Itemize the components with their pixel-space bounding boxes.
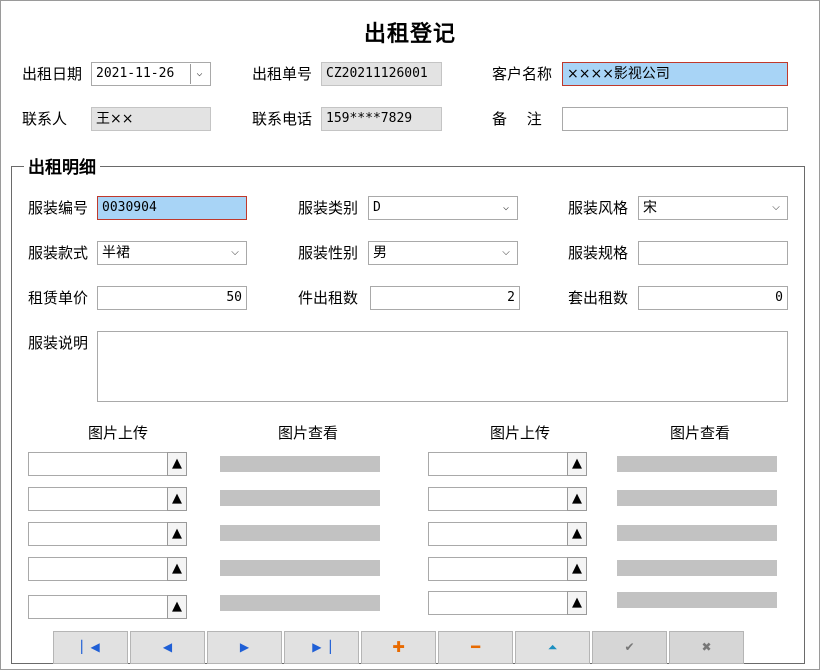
model-select[interactable]: 半裙 ⌵ xyxy=(97,241,247,265)
model-value: 半裙 xyxy=(102,245,130,261)
rent-date-picker[interactable]: 2021-11-26 ⌵ xyxy=(91,62,211,86)
set-count-label: 套出租数 xyxy=(568,289,629,307)
last-record-icon: ▶▕ xyxy=(312,640,331,654)
image-view-r5[interactable] xyxy=(617,592,777,608)
upload-arrow-icon[interactable]: ▲ xyxy=(167,522,187,546)
rent-date-value: 2021-11-26 xyxy=(96,66,175,81)
view-header-left: 图片查看 xyxy=(277,424,338,442)
image-view-r3[interactable] xyxy=(617,525,777,541)
customer-label: 客户名称 xyxy=(492,65,553,83)
category-value: D xyxy=(373,200,381,215)
upload-header-right: 图片上传 xyxy=(489,424,550,442)
upload-arrow-icon[interactable]: ▲ xyxy=(167,487,187,511)
gender-chevron-down-icon[interactable]: ⌵ xyxy=(497,243,515,263)
upload-arrow-icon[interactable]: ▲ xyxy=(167,557,187,581)
rent-no-label: 出租单号 xyxy=(252,65,313,83)
image-view-r2[interactable] xyxy=(617,490,777,506)
image-view-l3[interactable] xyxy=(220,525,380,541)
upload-arrow-icon[interactable]: ▲ xyxy=(567,487,587,511)
upload-header-left: 图片上传 xyxy=(87,424,148,442)
image-view-l4[interactable] xyxy=(220,560,380,576)
spec-field[interactable] xyxy=(638,241,788,265)
next-record-icon: ▶ xyxy=(239,640,250,654)
style-select[interactable]: 宋 ⌵ xyxy=(638,196,788,220)
page-title: 出租登记 xyxy=(363,21,456,47)
remark-field[interactable] xyxy=(562,107,788,131)
upload-arrow-icon[interactable]: ▲ xyxy=(567,557,587,581)
category-select[interactable]: D ⌵ xyxy=(368,196,518,220)
unit-price-field[interactable]: 50 xyxy=(97,286,247,310)
image-path-input-r3[interactable] xyxy=(428,522,568,546)
image-path-input-l5[interactable] xyxy=(28,595,168,619)
first-record-icon: ▏◀ xyxy=(81,640,100,654)
image-path-input-r5[interactable] xyxy=(428,591,568,615)
image-path-input-r2[interactable] xyxy=(428,487,568,511)
upload-arrow-icon[interactable]: ▲ xyxy=(167,595,187,619)
costume-no-field[interactable]: 0030904 xyxy=(97,196,247,220)
image-view-r4[interactable] xyxy=(617,560,777,576)
gender-select[interactable]: 男 ⌵ xyxy=(368,241,518,265)
spec-label: 服装规格 xyxy=(568,244,629,262)
customer-field[interactable]: ××××影视公司 xyxy=(562,62,788,86)
minus-icon: ━ xyxy=(470,638,481,656)
next-record-button[interactable]: ▶ xyxy=(207,631,282,664)
category-label: 服装类别 xyxy=(298,199,359,217)
upload-arrow-icon[interactable]: ▲ xyxy=(567,522,587,546)
x-icon: ✖ xyxy=(701,640,712,654)
delete-record-button[interactable]: ━ xyxy=(438,631,513,664)
gender-value: 男 xyxy=(373,245,387,261)
prev-record-icon: ◀ xyxy=(162,640,173,654)
view-header-right: 图片查看 xyxy=(669,424,730,442)
phone-field[interactable]: 159****7829 xyxy=(321,107,442,131)
plus-icon: ✚ xyxy=(392,638,405,656)
image-view-l2[interactable] xyxy=(220,490,380,506)
upload-arrow-icon[interactable]: ▲ xyxy=(567,452,587,476)
contact-label: 联系人 xyxy=(22,110,68,128)
image-path-input-l2[interactable] xyxy=(28,487,168,511)
image-view-r1[interactable] xyxy=(617,456,777,472)
cancel-edit-button[interactable]: ✖ xyxy=(669,631,744,664)
category-chevron-down-icon[interactable]: ⌵ xyxy=(497,198,515,218)
contact-field[interactable]: 王×× xyxy=(91,107,211,131)
description-textarea[interactable] xyxy=(97,331,788,402)
image-path-input-l1[interactable] xyxy=(28,452,168,476)
style-chevron-down-icon[interactable]: ⌵ xyxy=(767,198,785,218)
description-label: 服装说明 xyxy=(28,334,89,352)
style-label: 服装风格 xyxy=(568,199,629,217)
upload-arrow-icon[interactable]: ▲ xyxy=(567,591,587,615)
image-path-input-l4[interactable] xyxy=(28,557,168,581)
check-icon: ✔ xyxy=(624,640,635,654)
image-view-l5[interactable] xyxy=(220,595,380,611)
piece-count-label: 件出租数 xyxy=(298,289,359,307)
rent-no-field[interactable]: CZ20211126001 xyxy=(321,62,442,86)
model-chevron-down-icon[interactable]: ⌵ xyxy=(226,243,244,263)
rental-detail-title: 出租明细 xyxy=(24,153,100,178)
phone-label: 联系电话 xyxy=(252,110,313,128)
gender-label: 服装性别 xyxy=(298,244,359,262)
set-count-field[interactable]: 0 xyxy=(638,286,788,310)
style-value: 宋 xyxy=(643,200,657,216)
image-view-l1[interactable] xyxy=(220,456,380,472)
image-path-input-r1[interactable] xyxy=(428,452,568,476)
rent-date-label: 出租日期 xyxy=(22,65,83,83)
first-record-button[interactable]: ▏◀ xyxy=(53,631,128,664)
costume-no-label: 服装编号 xyxy=(28,199,89,217)
model-label: 服装款式 xyxy=(28,244,89,262)
image-path-input-r4[interactable] xyxy=(428,557,568,581)
prev-record-button[interactable]: ◀ xyxy=(130,631,205,664)
last-record-button[interactable]: ▶▕ xyxy=(284,631,359,664)
save-record-button[interactable]: ✔ xyxy=(592,631,667,664)
remark-label: 备 注 xyxy=(492,110,542,128)
piece-count-field[interactable]: 2 xyxy=(370,286,520,310)
add-record-button[interactable]: ✚ xyxy=(361,631,436,664)
calendar-dropdown-icon[interactable]: ⌵ xyxy=(190,64,208,84)
triangle-up-icon: ⏶ xyxy=(547,640,558,654)
unit-price-label: 租赁单价 xyxy=(28,289,89,307)
edit-record-button[interactable]: ⏶ xyxy=(515,631,590,664)
upload-arrow-icon[interactable]: ▲ xyxy=(167,452,187,476)
image-path-input-l3[interactable] xyxy=(28,522,168,546)
